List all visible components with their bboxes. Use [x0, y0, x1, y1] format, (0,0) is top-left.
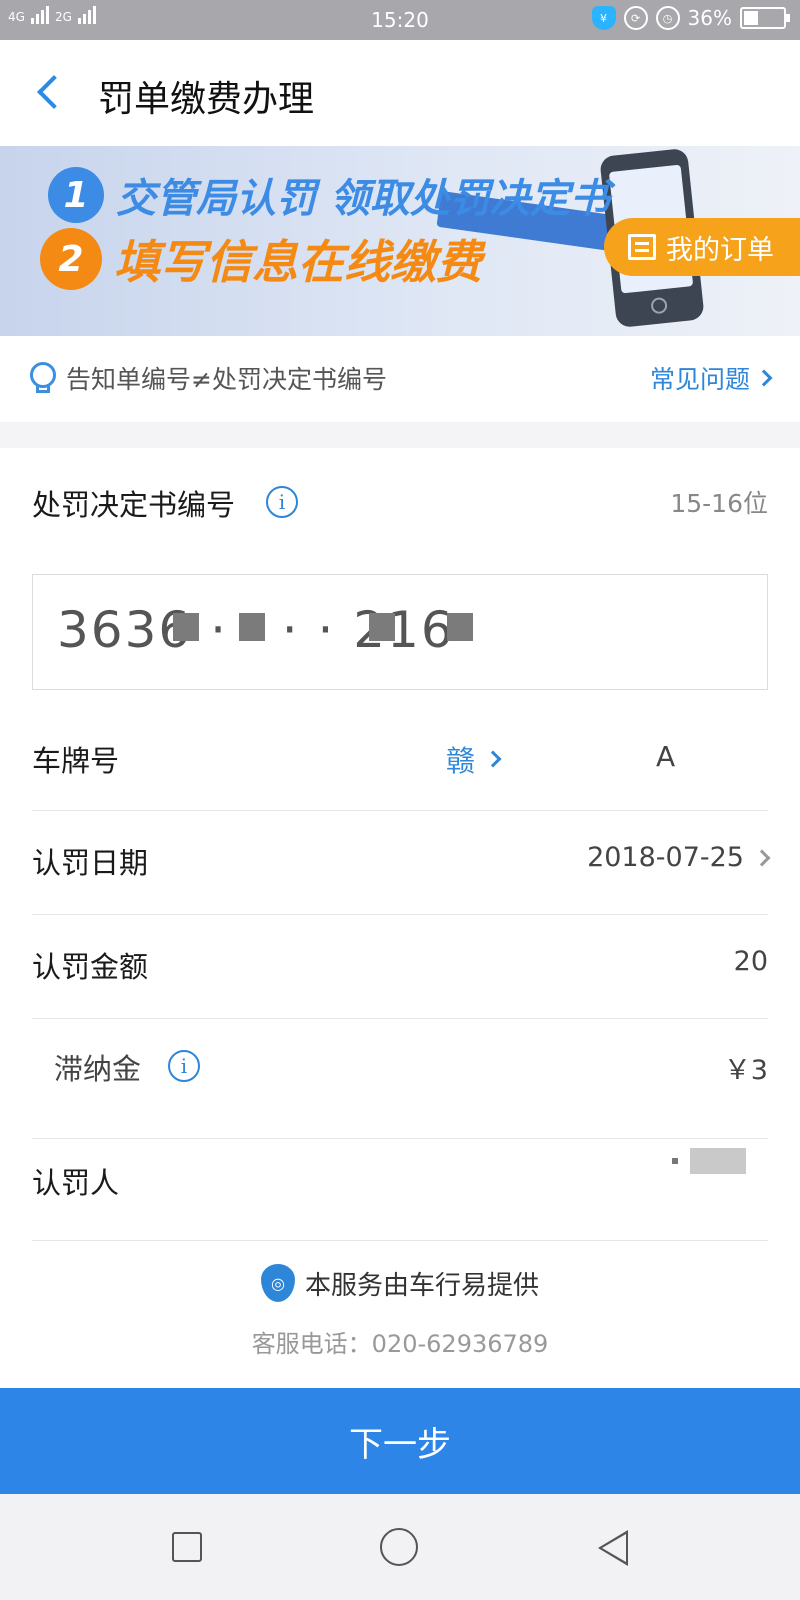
- plate-number-input[interactable]: A: [656, 740, 675, 773]
- late-fee-label: 滞纳金: [54, 1052, 142, 1086]
- shield-yen-icon: ¥: [591, 6, 616, 30]
- lightbulb-icon: [30, 362, 56, 394]
- tip-bar: 告知单编号≠处罚决定书编号 常见问题: [0, 336, 800, 422]
- provider-text: 本服务由车行易提供: [304, 1270, 539, 1301]
- chevron-right-icon: [484, 750, 502, 768]
- redaction-mask: [369, 613, 395, 641]
- date-label: 认罚日期: [32, 846, 149, 880]
- order-list-icon: [628, 234, 656, 260]
- page-title: 罚单缴费办理: [98, 79, 315, 120]
- amount-value[interactable]: 20: [734, 946, 768, 977]
- divider: [32, 1138, 768, 1139]
- provider-info: ◎ 本服务由车行易提供 客服电话：020-62936789: [0, 1264, 800, 1359]
- faq-label: 常见问题: [649, 365, 750, 394]
- divider: [32, 1240, 768, 1241]
- system-nav-bar: [0, 1494, 800, 1600]
- banner-step-2: 2 填写信息在线缴费: [40, 226, 482, 292]
- home-icon[interactable]: [380, 1528, 418, 1566]
- divider: [32, 1018, 768, 1019]
- status-bar: 4G 2G 15:20 ¥ ⟳ ◷ 36%: [0, 0, 800, 40]
- battery-icon: [740, 7, 790, 29]
- faq-link[interactable]: 常见问题: [649, 360, 773, 396]
- banner-step-1: 1 交管局认罚 领取处罚决定书: [48, 166, 610, 224]
- promo-banner[interactable]: 1 交管局认罚 领取处罚决定书 2 填写信息在线缴费 我的订单: [0, 146, 800, 336]
- chevron-right-icon: [755, 369, 773, 387]
- plate-province-selector[interactable]: 赣: [446, 738, 502, 780]
- date-value: 2018-07-25: [587, 842, 744, 873]
- next-step-button[interactable]: 下一步: [0, 1388, 800, 1494]
- back-icon[interactable]: [598, 1530, 628, 1566]
- divider: [32, 914, 768, 915]
- plate-label: 车牌号: [32, 744, 120, 778]
- amount-label: 认罚金额: [32, 950, 149, 984]
- chevron-right-icon: [753, 849, 771, 866]
- my-orders-label: 我的订单: [666, 234, 774, 266]
- hotline-text[interactable]: 客服电话：020-62936789: [0, 1324, 800, 1359]
- plate-province-value: 赣: [446, 744, 476, 778]
- info-icon[interactable]: i: [168, 1050, 200, 1082]
- step-2-badge: 2: [40, 228, 102, 290]
- fine-payment-form: 处罚决定书编号 i 15-16位 3636 · · · · 216 车牌号 赣 …: [0, 448, 800, 1388]
- date-selector[interactable]: 2018-07-25: [587, 842, 771, 873]
- person-name-input[interactable]: [690, 1148, 746, 1174]
- decision-no-hint: 15-16位: [670, 489, 768, 518]
- redaction-mask: [173, 613, 199, 641]
- alarm-icon: ◷: [655, 6, 680, 30]
- battery-level: [744, 11, 758, 25]
- person-label: 认罚人: [32, 1166, 120, 1200]
- redaction-mask: [447, 613, 473, 641]
- battery-percent: 36%: [687, 6, 732, 30]
- late-fee-value: ￥3: [723, 1055, 768, 1086]
- redaction-mask: [672, 1158, 678, 1164]
- step-2-text: 填写信息在线缴费: [114, 235, 482, 289]
- back-arrow-icon[interactable]: [28, 70, 68, 114]
- my-orders-button[interactable]: 我的订单: [604, 218, 800, 276]
- divider: [32, 810, 768, 811]
- chexingyi-logo-icon: ◎: [260, 1264, 295, 1302]
- step-1-text: 交管局认罚 领取处罚决定书: [116, 176, 610, 222]
- info-icon[interactable]: i: [266, 486, 298, 518]
- redaction-mask: [239, 613, 265, 641]
- tip-text: 告知单编号≠处罚决定书编号: [66, 365, 387, 394]
- recent-apps-icon[interactable]: [172, 1532, 202, 1562]
- rotation-lock-icon: ⟳: [623, 6, 648, 30]
- nav-bar: 罚单缴费办理: [0, 40, 800, 146]
- decision-no-label: 处罚决定书编号: [32, 488, 236, 522]
- decision-no-input[interactable]: 3636 · · · · 216: [32, 574, 768, 690]
- step-1-badge: 1: [48, 167, 104, 223]
